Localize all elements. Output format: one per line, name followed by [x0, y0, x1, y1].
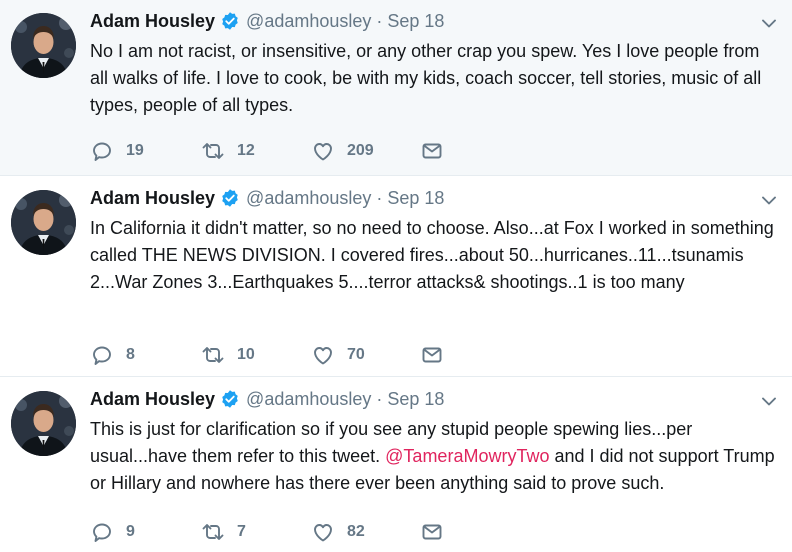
heart-icon	[311, 139, 335, 163]
reply-count: 9	[126, 523, 135, 540]
verified-badge-icon	[220, 188, 240, 208]
tweet-date[interactable]: Sep 18	[387, 188, 444, 209]
tweet-header: Adam Housley @adamhousley · Sep 18	[90, 8, 444, 34]
like-count: 209	[347, 142, 374, 159]
retweet-count: 10	[237, 346, 255, 363]
retweet-button[interactable]: 7	[201, 520, 246, 544]
avatar[interactable]	[11, 190, 76, 255]
reply-icon	[90, 520, 114, 544]
like-button[interactable]: 70	[311, 343, 365, 367]
chevron-down-icon[interactable]	[760, 191, 778, 209]
retweet-count: 12	[237, 142, 255, 159]
separator-dot: ·	[376, 187, 383, 208]
verified-badge-icon	[220, 389, 240, 409]
envelope-icon	[420, 343, 444, 367]
avatar[interactable]	[11, 13, 76, 78]
direct-message-button[interactable]	[420, 520, 444, 544]
envelope-icon	[420, 520, 444, 544]
chevron-down-icon[interactable]	[760, 392, 778, 410]
retweet-icon	[201, 139, 225, 163]
tweet-text: No I am not racist, or insensitive, or a…	[90, 41, 762, 115]
separator-dot: ·	[376, 10, 383, 31]
tweet-text: This is just for clarification so if you…	[90, 416, 780, 497]
like-count: 82	[347, 523, 365, 540]
tweet-date[interactable]: Sep 18	[387, 389, 444, 410]
tweet-header: Adam Housley @adamhousley · Sep 18	[90, 185, 444, 211]
like-count: 70	[347, 346, 365, 363]
reply-button[interactable]: 9	[90, 520, 135, 544]
reply-icon	[90, 139, 114, 163]
reply-button[interactable]: 8	[90, 343, 135, 367]
tweet-2[interactable]: Adam Housley @adamhousley · Sep 18 In Ca…	[0, 177, 792, 377]
tweet-text: In California it didn't matter, so no ne…	[90, 218, 774, 292]
heart-icon	[311, 343, 335, 367]
chevron-down-icon[interactable]	[760, 14, 778, 32]
retweet-icon	[201, 520, 225, 544]
reply-button[interactable]: 19	[90, 139, 144, 163]
display-name[interactable]: Adam Housley	[90, 11, 215, 32]
reply-icon	[90, 343, 114, 367]
direct-message-button[interactable]	[420, 343, 444, 367]
retweet-icon	[201, 343, 225, 367]
tweet-header: Adam Housley @adamhousley · Sep 18	[90, 386, 444, 412]
retweet-count: 7	[237, 523, 246, 540]
username[interactable]: @adamhousley	[246, 11, 371, 32]
heart-icon	[311, 520, 335, 544]
display-name[interactable]: Adam Housley	[90, 188, 215, 209]
direct-message-button[interactable]	[420, 139, 444, 163]
username[interactable]: @adamhousley	[246, 389, 371, 410]
retweet-button[interactable]: 10	[201, 343, 255, 367]
tweet-date[interactable]: Sep 18	[387, 11, 444, 32]
verified-badge-icon	[220, 11, 240, 31]
tweet-3[interactable]: Adam Housley @adamhousley · Sep 18 This …	[0, 378, 792, 552]
envelope-icon	[420, 139, 444, 163]
mention-link[interactable]: @TameraMowryTwo	[385, 446, 549, 466]
avatar[interactable]	[11, 391, 76, 456]
like-button[interactable]: 209	[311, 139, 374, 163]
like-button[interactable]: 82	[311, 520, 365, 544]
separator-dot: ·	[376, 388, 383, 409]
username[interactable]: @adamhousley	[246, 188, 371, 209]
tweet-1[interactable]: Adam Housley @adamhousley · Sep 18 No I …	[0, 0, 792, 176]
display-name[interactable]: Adam Housley	[90, 389, 215, 410]
reply-count: 19	[126, 142, 144, 159]
retweet-button[interactable]: 12	[201, 139, 255, 163]
reply-count: 8	[126, 346, 135, 363]
